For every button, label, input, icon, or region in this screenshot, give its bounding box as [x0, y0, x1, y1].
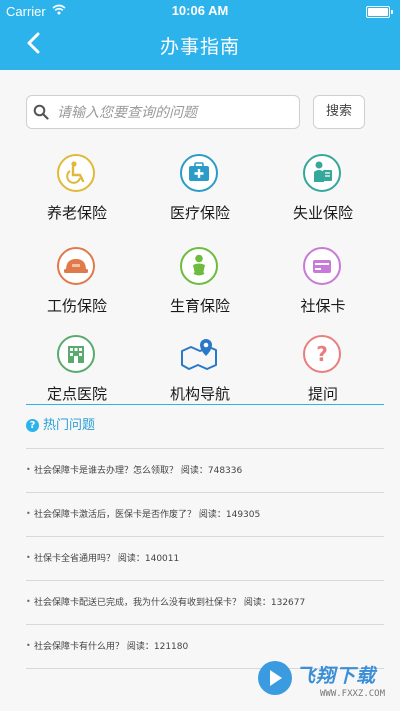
person-sad-icon — [303, 154, 341, 192]
question-text: 社会保障卡有什么用？ 阅读：121180 — [34, 642, 189, 652]
service-designated-hospital[interactable]: 定点医院 — [12, 331, 142, 413]
section-divider — [26, 404, 384, 405]
list-item[interactable]: • 社会保障卡是谁去办理？怎么领取？ 阅读：748336 — [26, 449, 384, 493]
map-pin-icon — [180, 335, 218, 373]
status-bar: Carrier 10:06 AM — [0, 0, 400, 22]
search-icon — [33, 104, 49, 124]
hospital-building-icon — [57, 335, 95, 373]
service-unemployment[interactable]: 失业保险 — [258, 150, 388, 232]
bullet-icon: • — [26, 509, 31, 518]
service-label: 社保卡 — [300, 297, 346, 315]
medical-kit-icon — [180, 154, 218, 192]
top-bar: Carrier 10:06 AM 办事指南 — [0, 0, 400, 70]
question-text: 社会保障卡激活后，医保卡是否作废了？ 阅读：149305 — [34, 510, 261, 520]
service-label: 生育保险 — [169, 297, 230, 315]
bullet-icon: • — [26, 553, 31, 562]
watermark-url: WWW.FXXZ.COM — [320, 689, 386, 699]
service-pension[interactable]: 养老保险 — [12, 150, 142, 232]
list-item[interactable]: • 社保卡全省通用吗？ 阅读：140011 — [26, 537, 384, 581]
search-input[interactable] — [55, 100, 295, 126]
list-item[interactable]: • 社会保障卡配送已完成，我为什么没有收到社保卡？ 阅读：132677 — [26, 581, 384, 625]
service-injury[interactable]: 工伤保险 — [12, 243, 142, 325]
question-icon: ? — [303, 335, 341, 373]
service-institution-nav[interactable]: 机构导航 — [135, 331, 265, 413]
service-label: 工伤保险 — [46, 297, 107, 315]
service-label: 养老保险 — [46, 204, 107, 222]
service-label: 医疗保险 — [169, 204, 230, 222]
page-title: 办事指南 — [159, 36, 240, 58]
service-label: 提问 — [307, 385, 338, 403]
bullet-icon: • — [26, 641, 31, 650]
hot-questions-header: ? 热门问题 — [26, 414, 95, 434]
bullet-icon: • — [26, 465, 31, 474]
watermark: 飞翔下载 WWW.FXXZ.COM — [258, 655, 400, 711]
service-medical[interactable]: 医疗保险 — [135, 150, 265, 232]
watermark-logo-icon — [258, 661, 292, 695]
search-button[interactable]: 搜索 — [313, 95, 365, 129]
wheelchair-icon — [57, 154, 95, 192]
hot-questions-title: 热门问题 — [43, 418, 96, 433]
service-social-card[interactable]: 社保卡 — [258, 243, 388, 325]
service-label: 定点医院 — [46, 385, 107, 403]
service-label: 机构导航 — [169, 385, 230, 403]
svg-text:?: ? — [316, 342, 328, 366]
bullet-icon: • — [26, 597, 31, 606]
search-box — [26, 95, 300, 129]
status-time: 10:06 AM — [171, 3, 229, 18]
service-label: 失业保险 — [292, 204, 353, 222]
list-item[interactable]: • 社会保障卡激活后，医保卡是否作废了？ 阅读：149305 — [26, 493, 384, 537]
hardhat-icon — [57, 247, 95, 285]
question-circle-icon: ? — [26, 419, 39, 432]
service-maternity[interactable]: 生育保险 — [135, 243, 265, 325]
question-text: 社会保障卡配送已完成，我为什么没有收到社保卡？ 阅读：132677 — [34, 598, 306, 608]
service-ask-question[interactable]: ? 提问 — [258, 331, 388, 413]
card-icon — [303, 247, 341, 285]
watermark-brand: 飞翔下载 — [296, 665, 377, 687]
question-text: 社保卡全省通用吗？ 阅读：140011 — [34, 554, 180, 564]
baby-icon — [180, 247, 218, 285]
question-text: 社会保障卡是谁去办理？怎么领取？ 阅读：748336 — [34, 466, 243, 476]
battery-icon — [366, 6, 393, 18]
